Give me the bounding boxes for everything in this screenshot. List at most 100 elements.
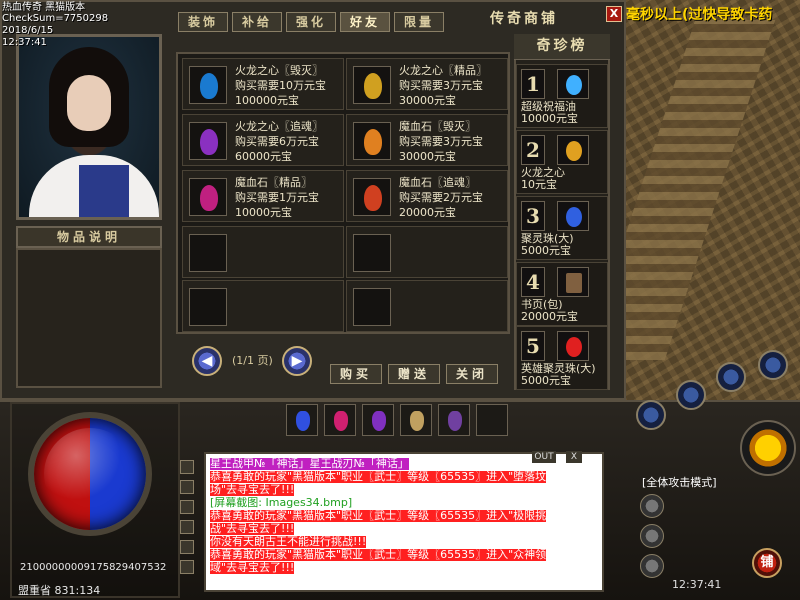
item-icon: [353, 122, 391, 160]
chat-mode-icon[interactable]: [180, 560, 194, 574]
belt-slot[interactable]: [438, 404, 470, 436]
page-info: (1/1 页): [232, 354, 273, 367]
skill-button[interactable]: [676, 380, 706, 410]
chat-line: 恭喜勇敢的玩家"黑猫版本"职业〖武士〗等级〖65535〗进入"众神领: [210, 549, 547, 561]
stats-line: 21000000009175829407532: [20, 562, 167, 573]
item-name: 魔血石〖精品〗: [235, 176, 312, 189]
chat-close-button[interactable]: X: [566, 451, 582, 463]
shop-item[interactable]: 魔血石〖追魂〗 购买需要2万元宝 20000元宝: [346, 170, 508, 222]
gift-button[interactable]: 赠送: [388, 364, 440, 384]
empty-slot[interactable]: [346, 280, 508, 332]
shop-item[interactable]: 火龙之心〖精品〗 购买需要3万元宝 30000元宝: [346, 58, 508, 110]
belt-slot[interactable]: [476, 404, 508, 436]
chat-line: 场"去寻宝去了!!!: [210, 484, 295, 496]
buy-button[interactable]: 购买: [330, 364, 382, 384]
chat-mode-icon[interactable]: [180, 500, 194, 514]
chat-box[interactable]: 星王战甲№「神话」星王战刃№「神话」 恭喜勇敢的玩家"黑猫版本"职业〖武士〗等级…: [204, 452, 604, 592]
empty-slot[interactable]: [182, 280, 344, 332]
shop-item[interactable]: 火龙之心〖毁灭〗 购买需要10万元宝 100000元宝: [182, 58, 344, 110]
item-icon: [189, 122, 227, 160]
tab-enhance[interactable]: 强化: [286, 12, 336, 32]
chat-mode-icon[interactable]: [180, 460, 194, 474]
chat-line: 战"去寻宝去了!!!: [210, 523, 295, 535]
item-name: 火龙之心〖精品〗: [399, 64, 487, 77]
menu-button[interactable]: [640, 554, 664, 578]
rank-item-icon: [557, 267, 589, 297]
close-shop-button[interactable]: X: [606, 6, 622, 22]
item-price-line: 购买需要10万元宝: [235, 79, 326, 92]
item-icon: [353, 178, 391, 216]
attack-mode[interactable]: [全体攻击模式]: [642, 474, 717, 490]
belt-slot[interactable]: [286, 404, 318, 436]
window-title: 热血传奇 黑猫版本: [2, 2, 86, 13]
location-text: 盟重省 831:134: [18, 584, 101, 597]
rank-item-price: 20000元宝: [521, 310, 578, 323]
tab-decor[interactable]: 装饰: [178, 12, 228, 32]
skill-button[interactable]: [636, 400, 666, 430]
rank-item-price: 10元宝: [521, 178, 557, 191]
shop-item[interactable]: 火龙之心〖追魂〗 购买需要6万元宝 60000元宝: [182, 114, 344, 166]
tab-limited[interactable]: 限量: [394, 12, 444, 32]
rank-item-icon: [557, 201, 589, 231]
rank-number: 1: [521, 69, 545, 99]
chat-mode-icon[interactable]: [180, 480, 194, 494]
item-amount: 20000元宝: [399, 206, 456, 219]
tab-supply[interactable]: 补给: [232, 12, 282, 32]
rank-item[interactable]: 2 火龙之心 10元宝: [516, 130, 608, 194]
skill-button[interactable]: [716, 362, 746, 392]
item-icon: [353, 66, 391, 104]
gem-icon: [200, 129, 218, 155]
belt-slot[interactable]: [362, 404, 394, 436]
rank-number: 4: [521, 267, 545, 297]
purple-orb-icon: [448, 411, 462, 431]
orb-icon: [566, 207, 582, 227]
tab-friends[interactable]: 好友: [340, 12, 390, 32]
item-price-line: 购买需要6万元宝: [235, 135, 319, 148]
date-text: 2018/6/15: [2, 25, 54, 36]
item-amount: 30000元宝: [399, 94, 456, 107]
gem-icon: [364, 129, 382, 155]
chat-out-button[interactable]: OUT: [532, 451, 556, 463]
chat-mode-icon[interactable]: [180, 540, 194, 554]
character-portrait: [16, 34, 162, 220]
rank-item-icon: [557, 331, 589, 361]
shop-item[interactable]: 魔血石〖毁灭〗 购买需要3万元宝 30000元宝: [346, 114, 508, 166]
item-amount: 60000元宝: [235, 150, 292, 163]
shop-title: 传奇商铺: [490, 11, 558, 27]
item-price-line: 购买需要1万元宝: [235, 191, 319, 204]
chat-line: 恭喜勇敢的玩家"黑猫版本"职业〖武士〗等级〖65535〗进入"堕落坟: [210, 471, 547, 483]
purple-orb-icon: [372, 411, 386, 431]
empty-slot[interactable]: [182, 226, 344, 278]
rank-item-icon: [557, 69, 589, 99]
rank-number: 3: [521, 201, 545, 231]
rank-number: 5: [521, 331, 545, 361]
item-grid: 火龙之心〖毁灭〗 购买需要10万元宝 100000元宝 火龙之心〖精品〗 购买需…: [176, 52, 510, 334]
menu-button[interactable]: [640, 494, 664, 518]
checksum-text: CheckSum=7750298: [2, 13, 109, 24]
belt-slot[interactable]: [400, 404, 432, 436]
belt-slot[interactable]: [324, 404, 356, 436]
time-text: 12:37:41: [2, 37, 47, 48]
item-amount: 10000元宝: [235, 206, 292, 219]
rank-item[interactable]: 1 超级祝福油 10000元宝: [516, 64, 608, 128]
rank-item[interactable]: 5 英雄聚灵珠(大) 5000元宝: [516, 326, 608, 390]
rank-number: 2: [521, 135, 545, 165]
shop-item[interactable]: 魔血石〖精品〗 购买需要1万元宝 10000元宝: [182, 170, 344, 222]
rank-item[interactable]: 4 书页(包) 20000元宝: [516, 262, 608, 326]
empty-slot[interactable]: [346, 226, 508, 278]
rank-item-icon: [557, 135, 589, 165]
shop-round-button[interactable]: 铺: [752, 548, 782, 578]
close-button[interactable]: 关闭: [446, 364, 498, 384]
prev-page-button[interactable]: ◀: [192, 346, 222, 376]
skill-button[interactable]: [758, 350, 788, 380]
menu-button[interactable]: [640, 524, 664, 548]
rank-title: 奇珍榜: [514, 34, 610, 60]
chat-mode-icon[interactable]: [180, 520, 194, 534]
next-page-button[interactable]: ▶: [282, 346, 312, 376]
item-price-line: 购买需要3万元宝: [399, 135, 483, 148]
item-amount: 100000元宝: [235, 94, 299, 107]
rank-item-price: 10000元宝: [521, 112, 578, 125]
rank-item-price: 5000元宝: [521, 244, 571, 257]
rank-item[interactable]: 3 聚灵珠(大) 5000元宝: [516, 196, 608, 260]
clock: 12:37:41: [672, 578, 722, 591]
